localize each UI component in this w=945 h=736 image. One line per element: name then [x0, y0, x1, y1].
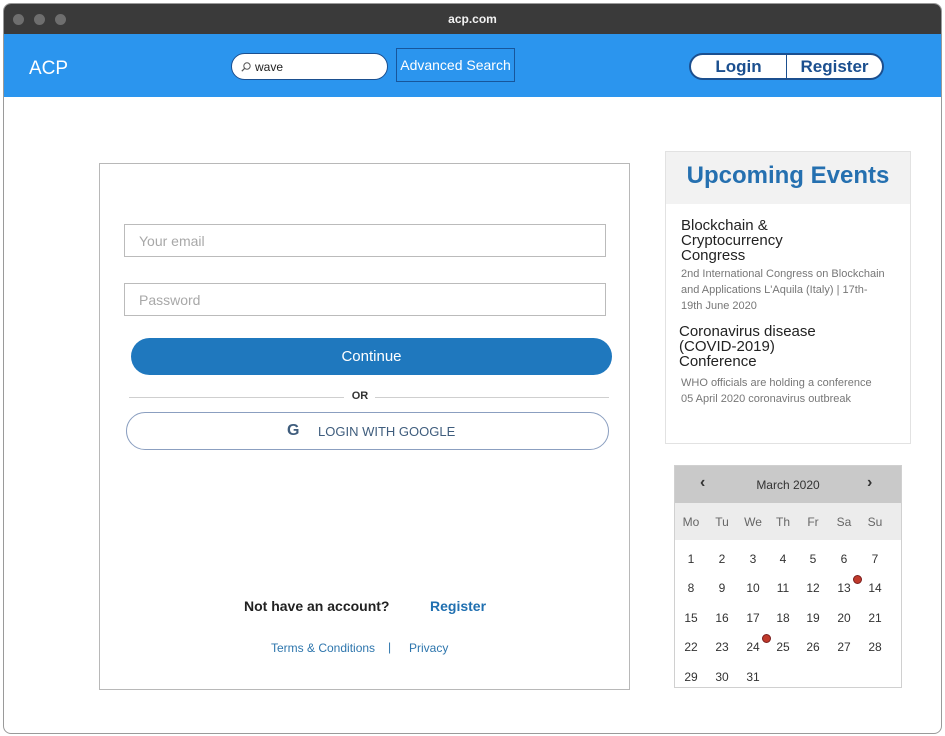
weekday-label: Th	[775, 515, 790, 529]
auth-buttons: Login Register	[689, 53, 884, 80]
login-with-google-button[interactable]: G LOGIN WITH GOOGLE	[126, 412, 609, 450]
google-icon: G	[287, 422, 300, 439]
calendar-day[interactable]: 15	[676, 611, 706, 625]
browser-window: acp.com ACP Advanced Search Login Regist…	[3, 3, 942, 734]
weekday-label: Su	[867, 515, 883, 529]
weekday-label: We	[744, 515, 762, 529]
weekday-label: Mo	[682, 515, 700, 529]
window-maximize-dot[interactable]	[55, 14, 66, 25]
calendar-day[interactable]: 25	[768, 640, 798, 654]
terms-link[interactable]: Terms & Conditions	[271, 641, 375, 655]
continue-button[interactable]: Continue	[131, 338, 612, 375]
calendar-day[interactable]: 10	[738, 581, 768, 595]
register-link[interactable]: Register	[430, 598, 486, 614]
calendar-widget: ‹ March 2020 › Mo Tu We Th Fr Sa Su 1 2 3 4 5 6 7 8 9 10…	[674, 465, 902, 688]
calendar-day[interactable]: 9	[707, 581, 737, 595]
advanced-search-button[interactable]: Advanced Search	[396, 48, 515, 82]
window-title: acp.com	[448, 12, 497, 26]
register-button[interactable]: Register	[786, 55, 882, 78]
event-title[interactable]: Coronavirus disease (COVID-2019) Confere…	[679, 324, 839, 369]
calendar-day[interactable]: 21	[860, 611, 890, 625]
google-button-label: LOGIN WITH GOOGLE	[318, 424, 456, 439]
calendar-day[interactable]: 14	[860, 581, 890, 595]
calendar-day[interactable]: 17	[738, 611, 768, 625]
events-title: Upcoming Events	[686, 162, 890, 189]
no-account-text: Not have an account?	[244, 598, 390, 614]
calendar-day[interactable]: 20	[829, 611, 859, 625]
calendar-header: ‹ March 2020 ›	[675, 466, 901, 503]
calendar-day[interactable]: 19	[798, 611, 828, 625]
weekday-label: Sa	[836, 515, 852, 529]
weekday-label: Fr	[807, 515, 819, 529]
calendar-day[interactable]: 18	[768, 611, 798, 625]
calendar-day[interactable]: 16	[707, 611, 737, 625]
calendar-day[interactable]: 30	[707, 670, 737, 684]
calendar-day[interactable]: 29	[676, 670, 706, 684]
email-field[interactable]	[124, 224, 606, 257]
login-button[interactable]: Login	[691, 55, 786, 78]
upcoming-events-panel: Upcoming Events Blockchain & Cryptocurre…	[665, 151, 911, 444]
top-navbar: ACP Advanced Search Login Register	[4, 34, 941, 97]
calendar-day[interactable]: 31	[738, 670, 768, 684]
password-field[interactable]	[124, 283, 606, 316]
footer-separator: |	[388, 640, 392, 654]
next-month-button[interactable]: ›	[867, 474, 872, 492]
calendar-day[interactable]: 11	[768, 581, 798, 595]
search-input[interactable]	[255, 58, 380, 76]
calendar-day[interactable]: 7	[860, 552, 890, 566]
calendar-day[interactable]: 3	[738, 552, 768, 566]
calendar-day[interactable]: 22	[676, 640, 706, 654]
window-close-dot[interactable]	[13, 14, 24, 25]
search-box[interactable]	[231, 53, 388, 80]
calendar-day[interactable]: 4	[768, 552, 798, 566]
calendar-day[interactable]: 28	[860, 640, 890, 654]
calendar-day[interactable]: 5	[798, 552, 828, 566]
weekday-label: Tu	[715, 515, 729, 529]
privacy-link[interactable]: Privacy	[409, 641, 448, 655]
calendar-day[interactable]: 26	[798, 640, 828, 654]
calendar-day[interactable]: 23	[707, 640, 737, 654]
title-bar: acp.com	[4, 4, 941, 34]
calendar-day[interactable]: 2	[707, 552, 737, 566]
calendar-day[interactable]: 27	[829, 640, 859, 654]
event-description: 2nd International Congress on Blockchain…	[681, 268, 885, 312]
calendar-day[interactable]: 12	[798, 581, 828, 595]
divider-right	[375, 397, 609, 398]
calendar-day[interactable]: 8	[676, 581, 706, 595]
login-card: Continue OR G LOGIN WITH GOOGLE Not have…	[99, 163, 630, 690]
search-icon	[241, 62, 251, 72]
or-divider-label: OR	[351, 390, 369, 402]
calendar-day[interactable]: 1	[676, 552, 706, 566]
brand-logo[interactable]: ACP	[29, 58, 68, 80]
event-title[interactable]: Blockchain & Cryptocurrency Congress	[681, 218, 841, 263]
calendar-day[interactable]: 6	[829, 552, 859, 566]
events-header: Upcoming Events	[666, 152, 910, 204]
divider-left	[129, 397, 344, 398]
event-description: WHO officials are holding a conference 0…	[681, 377, 872, 405]
window-minimize-dot[interactable]	[34, 14, 45, 25]
